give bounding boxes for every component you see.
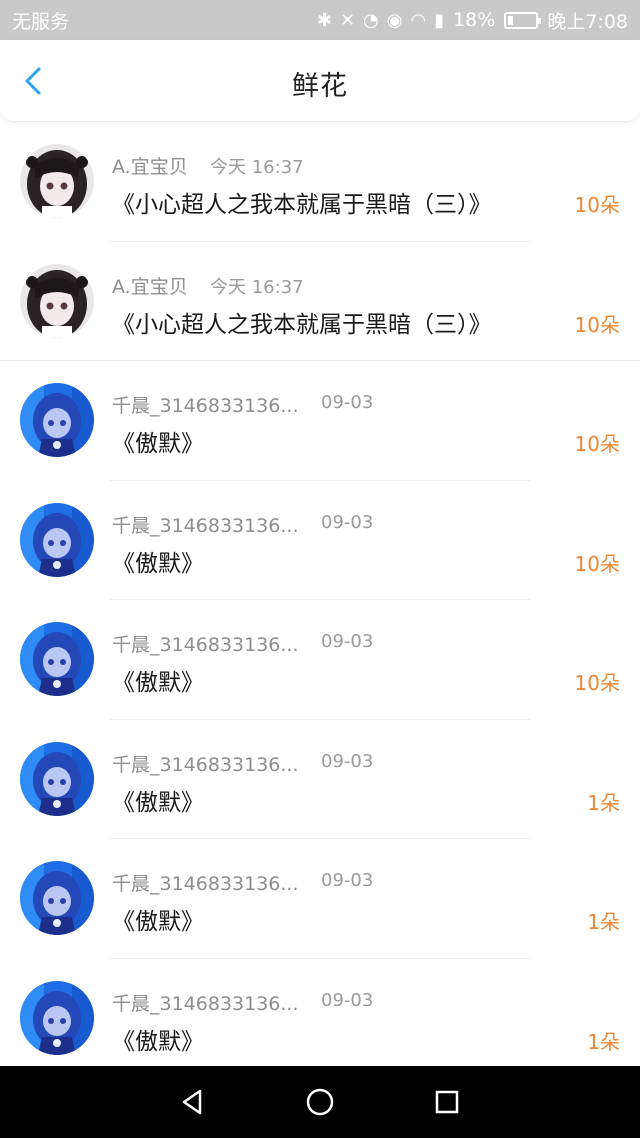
nav-recents-button[interactable] — [427, 1082, 467, 1122]
list-item[interactable]: A.宜宝贝 今天 16:37 《小心超人之我本就属于黑暗（三）》 10朵 — [0, 122, 640, 242]
system-nav-bar — [0, 1066, 640, 1138]
flower-count: 10朵 — [574, 671, 620, 695]
timestamp: 09-03 — [321, 392, 374, 413]
avatar[interactable] — [20, 741, 94, 816]
work-title[interactable]: 《傲默》 — [112, 663, 204, 697]
square-recents-icon — [435, 1090, 458, 1114]
flower-count: 1朵 — [587, 1029, 620, 1054]
avatar[interactable] — [20, 144, 94, 218]
sender-name[interactable]: A.宜宝贝 — [112, 152, 188, 179]
work-title[interactable]: 《傲默》 — [112, 902, 204, 936]
timestamp: 09-03 — [321, 511, 374, 533]
list-item[interactable]: 千晨_3146833136... 09-03 《傲默》 1朵 — [0, 959, 640, 1078]
circle-home-icon — [306, 1088, 334, 1116]
status-right: ✱ ✕ ◔ ◉ ◠ ▮ 18% 晚上7:08 — [317, 7, 628, 34]
avatar[interactable] — [20, 502, 94, 577]
page-title: 鲜花 — [292, 71, 348, 102]
sender-name[interactable]: 千晨_3146833136... — [112, 391, 299, 418]
flower-count: 1朵 — [587, 910, 620, 934]
timestamp: 今天 16:37 — [210, 276, 304, 298]
sender-name[interactable]: 千晨_3146833136... — [112, 989, 299, 1016]
battery-fill — [508, 15, 513, 25]
work-title[interactable]: 《傲默》 — [112, 783, 204, 817]
avatar[interactable] — [20, 263, 94, 338]
sender-name[interactable]: 千晨_3146833136... — [112, 869, 299, 896]
bluetooth-icon: ✱ — [316, 9, 332, 31]
avatar[interactable] — [20, 861, 94, 935]
nav-home-button[interactable] — [300, 1082, 340, 1122]
nav-back-button[interactable] — [173, 1082, 213, 1122]
flower-count: 10朵 — [574, 551, 620, 576]
work-title[interactable]: 《小心超人之我本就属于黑暗（三）》 — [112, 185, 492, 219]
battery-icon — [504, 11, 542, 29]
flower-count: 10朵 — [574, 193, 620, 217]
status-icons: ✱ ✕ ◔ ◉ ◠ ▮ — [317, 10, 444, 31]
flower-list: A.宜宝贝 今天 16:37 《小心超人之我本就属于黑暗（三）》 10朵 A.宜宝贝 今天… — [0, 122, 640, 1078]
timestamp: 今天 16:37 — [210, 157, 304, 178]
signal-icon: ▮ — [434, 9, 445, 31]
sender-name[interactable]: 千晨_3146833136... — [112, 511, 299, 538]
clock: 晚上7:08 — [547, 10, 628, 33]
work-title[interactable]: 《小心超人之我本就属于黑暗（三）》 — [112, 305, 492, 339]
flower-count: 1朵 — [587, 790, 620, 815]
eye-icon: ◉ — [386, 9, 403, 31]
list-item[interactable]: 千晨_3146833136... 09-03 《傲默》 10朵 — [0, 361, 640, 481]
work-title[interactable]: 《傲默》 — [112, 544, 204, 578]
timestamp: 09-03 — [321, 989, 374, 1011]
alarm-icon: ◔ — [363, 9, 379, 31]
timestamp: 09-03 — [321, 750, 374, 772]
mute-icon: ✕ — [339, 9, 356, 31]
sender-name[interactable]: 千晨_3146833136... — [112, 630, 299, 657]
avatar[interactable] — [20, 622, 94, 696]
wifi-icon: ◠ — [410, 9, 427, 31]
work-title[interactable]: 《傲默》 — [112, 424, 204, 458]
list-item[interactable]: 千晨_3146833136... 09-03 《傲默》 1朵 — [0, 720, 640, 839]
carrier-label: 无服务 — [12, 10, 70, 33]
flower-count: 10朵 — [574, 312, 620, 337]
list-item[interactable]: 千晨_3146833136... 09-03 《傲默》 1朵 — [0, 839, 640, 959]
avatar[interactable] — [20, 980, 94, 1055]
battery-percent: 18% — [453, 9, 496, 31]
sender-name[interactable]: 千晨_3146833136... — [112, 750, 299, 777]
header: 鲜花 — [0, 40, 640, 122]
avatar[interactable] — [20, 383, 94, 457]
timestamp: 09-03 — [321, 870, 374, 891]
sender-name[interactable]: A.宜宝贝 — [112, 272, 188, 299]
list-item[interactable]: A.宜宝贝 今天 16:37 《小心超人之我本就属于黑暗（三）》 10朵 — [0, 242, 640, 361]
list-item[interactable]: 千晨_3146833136... 09-03 《傲默》 10朵 — [0, 600, 640, 720]
triangle-back-icon — [183, 1089, 202, 1115]
timestamp: 09-03 — [321, 631, 374, 652]
status-bar: 无服务 ✱ ✕ ◔ ◉ ◠ ▮ 18% 晚上7:08 — [0, 0, 640, 40]
work-title[interactable]: 《傲默》 — [112, 1022, 204, 1056]
flower-count: 10朵 — [574, 432, 620, 456]
list-item[interactable]: 千晨_3146833136... 09-03 《傲默》 10朵 — [0, 481, 640, 600]
